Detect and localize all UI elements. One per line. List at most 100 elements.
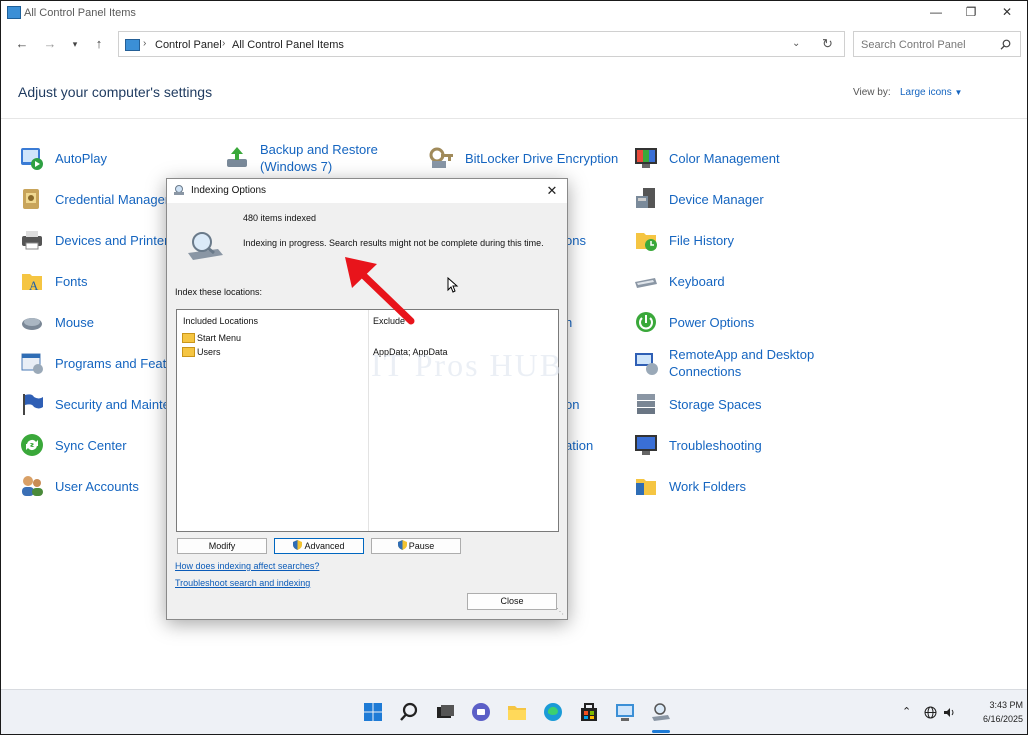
cp-item-sync-center[interactable]: Sync Center <box>19 428 127 462</box>
cp-item-bitlocker[interactable]: BitLocker Drive Encryption <box>429 141 618 175</box>
show-hidden-icons-chevron-icon[interactable]: ⌃ <box>902 705 911 718</box>
cp-item-label: Fonts <box>55 273 88 289</box>
taskbar: ⌃ 3:43 PM 6/16/2025 <box>1 689 1027 734</box>
view-by-dropdown[interactable]: Large icons ▼ <box>900 87 962 98</box>
advanced-button[interactable]: Advanced <box>274 538 364 554</box>
control-panel-icon <box>125 39 140 51</box>
address-dropdown-chevron-icon[interactable]: ⌄ <box>792 38 800 49</box>
troubleshoot-indexing-link[interactable]: Troubleshoot search and indexing <box>175 578 310 588</box>
programs-icon <box>21 353 43 374</box>
cp-item-partial-label[interactable]: ons <box>565 232 586 249</box>
device-manager-icon <box>636 188 655 208</box>
minimize-button[interactable]: — <box>919 1 953 25</box>
cp-item-autoplay[interactable]: AutoPlay <box>19 141 107 175</box>
forward-arrow-icon[interactable]: → <box>41 35 59 53</box>
location-name: Users <box>197 346 221 357</box>
cp-item-fonts[interactable]: A Fonts <box>19 264 88 298</box>
cp-item-keyboard[interactable]: Keyboard <box>633 264 725 298</box>
modify-button[interactable]: Modify <box>177 538 267 554</box>
search-icon[interactable] <box>398 701 420 723</box>
file-explorer-icon[interactable] <box>506 701 528 723</box>
cp-item-label: User Accounts <box>55 478 139 494</box>
cp-item-label: Sync Center <box>55 437 127 453</box>
cp-item-label: Device Manager <box>669 191 764 207</box>
cp-item-troubleshooting[interactable]: Troubleshooting <box>633 428 762 462</box>
remoteapp-icon <box>635 353 658 375</box>
search-icon[interactable] <box>1000 39 1011 50</box>
location-row[interactable]: Users <box>182 345 221 358</box>
fonts-icon: A <box>22 274 42 293</box>
resize-grip-icon[interactable]: ⋱ <box>556 607 564 616</box>
breadcrumb-separator-icon[interactable]: › <box>222 38 225 49</box>
maximize-button[interactable]: ❐ <box>954 1 988 25</box>
volume-icon[interactable] <box>943 706 956 719</box>
cp-item-power-options[interactable]: Power Options <box>633 305 754 339</box>
view-by-value: Large icons <box>900 87 952 98</box>
address-bar[interactable]: › Control Panel › All Control Panel Item… <box>118 31 845 57</box>
cp-item-partial-label[interactable]: ation <box>565 437 593 454</box>
back-arrow-icon[interactable]: ← <box>13 35 31 53</box>
cp-item-label: Devices and Printers <box>55 232 175 248</box>
breadcrumb-control-panel[interactable]: Control Panel <box>155 39 222 51</box>
recent-locations-chevron-icon[interactable]: ▾ <box>66 35 84 53</box>
uac-shield-icon <box>397 540 407 550</box>
svg-text:A: A <box>29 278 39 293</box>
control-panel-taskbar-icon[interactable] <box>614 701 636 723</box>
folder-icon <box>182 346 195 357</box>
cp-item-storage-spaces[interactable]: Storage Spaces <box>633 387 762 421</box>
close-button[interactable]: Close <box>467 593 557 610</box>
security-flag-icon <box>23 394 43 415</box>
modify-button-label: Modify <box>208 541 236 551</box>
uac-shield-icon <box>293 540 303 550</box>
title-bar: All Control Panel Items — ❐ ✕ <box>1 1 1027 25</box>
cp-item-label: Security and Mainte <box>55 396 170 412</box>
cp-item-device-manager[interactable]: Device Manager <box>633 182 764 216</box>
page-heading: Adjust your computer's settings <box>18 84 213 100</box>
cp-item-label: Programs and Featu <box>55 355 174 371</box>
cp-item-programs-and-features[interactable]: Programs and Featu <box>19 346 174 380</box>
cp-item-backup-and-restore[interactable]: Backup and Restore (Windows 7) <box>224 141 378 175</box>
indexing-options-dialog: Indexing Options ✕ 480 items indexed Ind… <box>166 178 568 620</box>
start-windows-icon[interactable] <box>362 701 384 723</box>
cp-item-color-management[interactable]: Color Management <box>633 141 780 175</box>
power-icon <box>636 312 656 332</box>
cp-item-label: BitLocker Drive Encryption <box>465 150 619 166</box>
cp-item-credential-manager[interactable]: Credential Manager <box>19 182 169 216</box>
edge-browser-icon[interactable] <box>542 701 564 723</box>
location-row[interactable]: Start Menu <box>182 331 241 344</box>
color-management-icon <box>635 148 657 168</box>
clock[interactable]: 3:43 PM 6/16/2025 <box>963 698 1023 726</box>
cp-item-label: Power Options <box>669 314 755 330</box>
breadcrumb-separator-icon[interactable]: › <box>143 38 146 49</box>
work-folders-icon <box>636 479 656 495</box>
pause-button-label: Pause <box>408 541 435 551</box>
cp-item-remoteapp[interactable]: RemoteApp and Desktop Connections <box>633 346 814 380</box>
store-icon[interactable] <box>578 701 600 723</box>
cp-item-security-and-maintenance[interactable]: Security and Mainte <box>19 387 170 421</box>
close-window-button[interactable]: ✕ <box>990 1 1024 25</box>
pause-button[interactable]: Pause <box>371 538 461 554</box>
cp-item-label: Troubleshooting <box>669 437 762 453</box>
dialog-title-bar: Indexing Options ✕ <box>167 179 567 203</box>
network-globe-icon[interactable] <box>924 706 937 719</box>
refresh-icon[interactable]: ↻ <box>822 36 833 52</box>
indexing-affect-searches-link[interactable]: How does indexing affect searches? <box>175 561 319 571</box>
indexing-options-taskbar-icon[interactable] <box>650 701 672 723</box>
bitlocker-icon <box>429 147 453 168</box>
cp-item-devices-and-printers[interactable]: Devices and Printers <box>19 223 175 257</box>
up-arrow-icon[interactable]: ↑ <box>90 35 108 53</box>
breadcrumb-all-items[interactable]: All Control Panel Items <box>232 39 344 51</box>
dialog-close-icon[interactable]: ✕ <box>543 182 561 200</box>
window-title: All Control Panel Items <box>24 7 136 19</box>
cp-item-user-accounts[interactable]: User Accounts <box>19 469 139 503</box>
search-input[interactable]: Search Control Panel <box>853 31 1021 57</box>
locations-table[interactable]: Included Locations Exclude Start Menu Us… <box>176 309 559 532</box>
red-annotation-arrow-icon <box>345 257 415 325</box>
chat-icon[interactable] <box>470 701 492 723</box>
cp-item-work-folders[interactable]: Work Folders <box>633 469 746 503</box>
cp-item-file-history[interactable]: File History <box>633 223 734 257</box>
task-view-icon[interactable] <box>434 701 456 723</box>
cp-item-mouse[interactable]: Mouse <box>19 305 94 339</box>
mouse-cursor-icon <box>447 277 459 293</box>
dropdown-arrow-icon: ▼ <box>954 88 963 97</box>
